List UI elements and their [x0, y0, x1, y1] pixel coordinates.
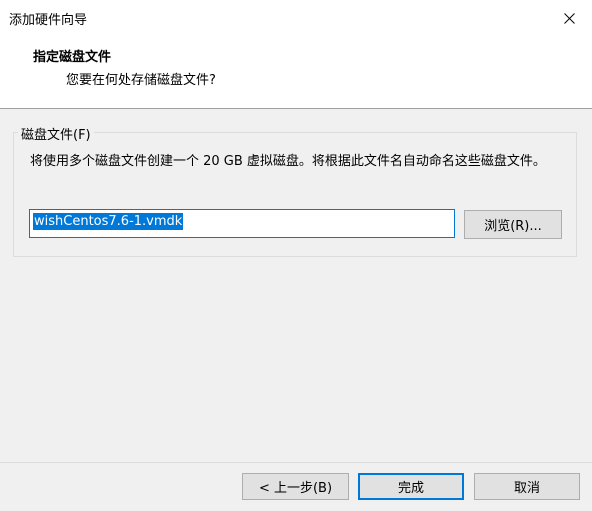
- title-bar: 添加硬件向导: [0, 0, 592, 36]
- back-button[interactable]: < 上一步(B): [242, 473, 349, 500]
- wizard-body: 磁盘文件(F) 将使用多个磁盘文件创建一个 20 GB 虚拟磁盘。将根据此文件名…: [0, 109, 592, 462]
- disk-file-group-label: 磁盘文件(F): [18, 124, 94, 143]
- disk-file-description: 将使用多个磁盘文件创建一个 20 GB 虚拟磁盘。将根据此文件名自动命名这些磁盘…: [30, 154, 546, 169]
- disk-filename-input[interactable]: wishCentos7.6-1.vmdk: [29, 209, 455, 238]
- wizard-footer: < 上一步(B) 完成 取消: [0, 463, 592, 511]
- window-title: 添加硬件向导: [9, 13, 88, 28]
- page-subtitle: 您要在何处存储磁盘文件?: [66, 73, 216, 88]
- browse-button[interactable]: 浏览(R)...: [464, 210, 562, 239]
- finish-button[interactable]: 完成: [358, 473, 464, 500]
- close-button[interactable]: [546, 0, 592, 36]
- disk-filename-value: wishCentos7.6-1.vmdk: [33, 213, 184, 230]
- close-icon: [563, 12, 575, 24]
- wizard-header: 指定磁盘文件 您要在何处存储磁盘文件?: [0, 36, 592, 109]
- page-title: 指定磁盘文件: [33, 50, 112, 65]
- cancel-button[interactable]: 取消: [474, 473, 580, 500]
